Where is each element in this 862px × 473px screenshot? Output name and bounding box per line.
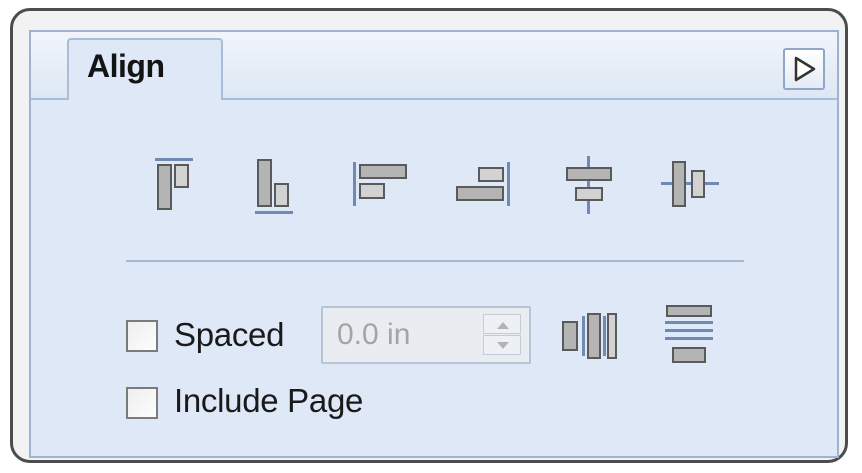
include-page-label: Include Page: [174, 382, 364, 419]
distribute-horizontal-button[interactable]: [557, 304, 621, 368]
align-panel: Align Spaced 0.0 in Include Page: [29, 30, 839, 458]
chevron-up-icon: [497, 322, 509, 329]
align-top-icon: [155, 158, 193, 210]
align-right-button[interactable]: [451, 152, 515, 216]
align-horizontal-center-icon: [566, 156, 612, 214]
tab-strip: Align: [31, 32, 837, 100]
align-bottom-button[interactable]: [249, 152, 299, 216]
spacing-decrement-button[interactable]: [483, 335, 521, 355]
tab-align[interactable]: Align: [67, 38, 223, 100]
align-right-icon: [456, 162, 510, 206]
chevron-down-icon: [497, 342, 509, 349]
distribute-horizontal-icon: [562, 313, 617, 359]
spacing-stepper-buttons: [483, 314, 521, 356]
align-vertical-center-icon: [661, 161, 719, 207]
include-page-checkbox[interactable]: [126, 387, 158, 419]
spacing-input[interactable]: [337, 316, 473, 354]
align-horizontal-center-button[interactable]: [557, 152, 621, 216]
spacing-increment-button[interactable]: [483, 314, 521, 334]
spaced-label: Spaced: [174, 316, 285, 353]
align-top-button[interactable]: [149, 152, 199, 216]
section-divider: [126, 260, 744, 262]
distribute-vertical-button[interactable]: [659, 302, 723, 372]
align-bottom-icon: [255, 159, 293, 214]
spacing-stepper: [321, 306, 531, 364]
align-left-button[interactable]: [349, 152, 413, 216]
tab-align-label: Align: [87, 48, 165, 84]
spaced-checkbox[interactable]: [126, 320, 158, 352]
panel-menu-arrow-icon: [794, 56, 816, 82]
align-vertical-center-button[interactable]: [657, 152, 721, 216]
align-left-icon: [353, 162, 407, 206]
align-window: Align Spaced 0.0 in Include Page: [10, 8, 848, 463]
panel-menu-button[interactable]: [783, 48, 825, 90]
distribute-vertical-icon: [665, 305, 713, 363]
